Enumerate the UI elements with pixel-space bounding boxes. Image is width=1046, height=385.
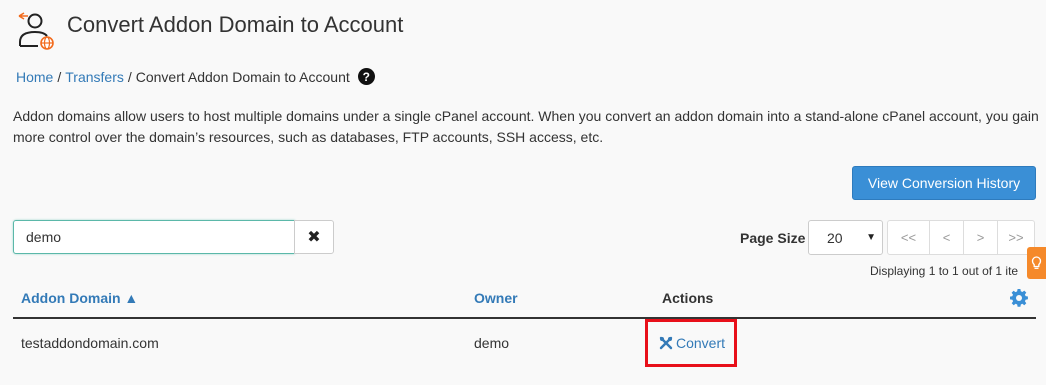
convert-link-label: Convert <box>676 335 726 351</box>
page-description: Addon domains allow users to host multip… <box>13 108 1039 145</box>
breadcrumb-home-link[interactable]: Home <box>16 69 53 85</box>
addon-domain-cell: testaddondomain.com <box>21 335 159 351</box>
page-size-value: 20 <box>827 229 843 246</box>
clear-search-button[interactable]: ✖ <box>294 220 334 254</box>
page-size-label: Page Size <box>740 230 806 246</box>
gear-icon[interactable] <box>1009 288 1029 308</box>
breadcrumb-current: Convert Addon Domain to Account <box>135 68 350 85</box>
next-page-button[interactable]: > <box>963 220 998 255</box>
column-header-owner[interactable]: Owner <box>474 290 518 306</box>
page-size-select[interactable]: 20 ▼ <box>808 220 883 255</box>
chevron-down-icon: ▼ <box>866 232 876 243</box>
wrench-icon <box>659 336 673 350</box>
convert-account-icon <box>18 12 54 50</box>
breadcrumb-separator: / <box>127 68 132 85</box>
breadcrumb-transfers-link[interactable]: Transfers <box>65 69 124 85</box>
page-title: Convert Addon Domain to Account <box>67 12 404 37</box>
table-header-divider <box>13 317 1036 319</box>
breadcrumb-separator: / <box>57 68 62 85</box>
clear-icon: ✖ <box>307 229 321 246</box>
search-input[interactable] <box>13 220 295 254</box>
lightbulb-tab[interactable] <box>1027 247 1046 279</box>
prev-page-button[interactable]: < <box>929 220 964 255</box>
lightbulb-icon <box>1031 255 1042 269</box>
breadcrumb: Home / Transfers / Convert Addon Domain … <box>16 68 375 85</box>
displaying-count: Displaying 1 to 1 out of 1 ite <box>870 264 1019 278</box>
first-page-button[interactable]: << <box>887 220 930 255</box>
convert-link[interactable]: Convert <box>659 335 725 351</box>
help-icon[interactable]: ? <box>357 68 375 85</box>
column-header-actions: Actions <box>662 290 714 306</box>
view-conversion-history-button[interactable]: View Conversion History <box>852 166 1036 200</box>
owner-cell: demo <box>474 335 510 351</box>
pagination: << < > >> <box>887 220 1035 255</box>
column-header-addon-domain[interactable]: Addon Domain ▲ <box>21 290 138 306</box>
